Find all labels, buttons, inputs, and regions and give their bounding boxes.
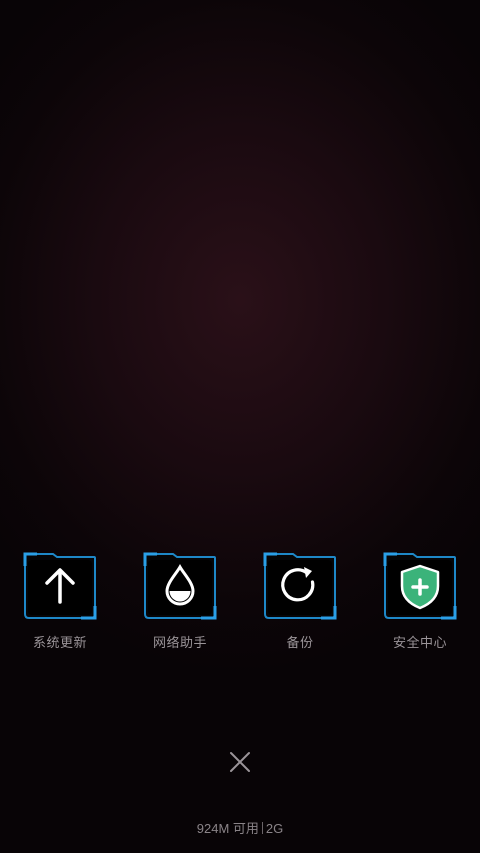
tool-label: 安全中心 (392, 635, 447, 650)
memory-available-text: 924M 可用 (196, 821, 259, 836)
tool-label: 备份 (286, 635, 314, 650)
tool-label: 系统更新 (32, 635, 87, 650)
security-center-button[interactable]: 安全中心 (383, 552, 457, 650)
close-icon (230, 752, 250, 772)
divider (261, 822, 263, 834)
backup-button[interactable]: 备份 (263, 552, 337, 650)
memory-status: 924M 可用 2G (0, 818, 480, 837)
network-type-text: 2G (265, 821, 284, 836)
arrow-up-icon (45, 568, 75, 604)
water-drop-icon (165, 563, 195, 606)
shield-plus-icon (400, 564, 440, 610)
tool-label: 网络助手 (152, 635, 207, 650)
close-button[interactable] (226, 748, 254, 776)
network-assistant-button[interactable]: 网络助手 (143, 552, 217, 650)
quick-tools-panel: 系统更新 网络助手 备份 安全中心 924M 可用 2G (0, 0, 480, 853)
system-update-button[interactable]: 系统更新 (23, 552, 97, 650)
refresh-icon (281, 567, 315, 602)
